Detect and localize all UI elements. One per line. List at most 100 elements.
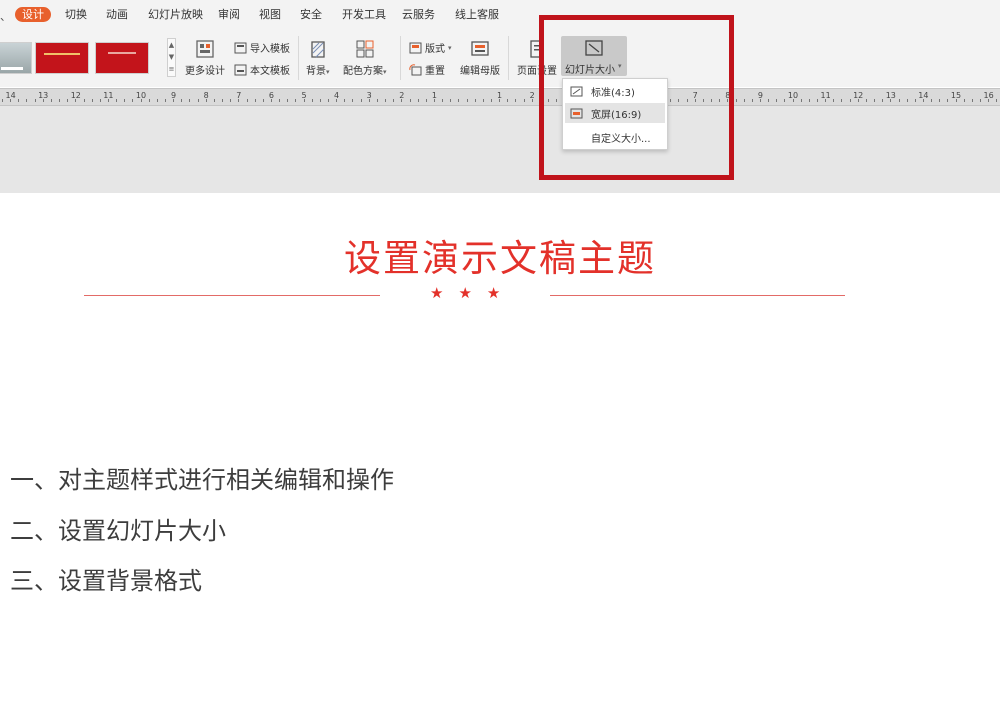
ruler-tick (792, 99, 794, 102)
ruler-tick (507, 99, 509, 102)
theme-gallery-scroll[interactable]: ▲ ▼ ≡ (167, 38, 176, 77)
ruler-tick (262, 99, 264, 102)
tab-review[interactable]: 审阅 (218, 7, 240, 22)
ruler-tick (425, 99, 427, 102)
title-stars: ★★★ (430, 284, 516, 302)
chevron-down-icon: ▾ (383, 68, 387, 76)
theme-thumbnail-1[interactable] (0, 42, 32, 74)
ruler-tick (458, 99, 460, 102)
layout-icon (409, 42, 422, 53)
ruler-tick (963, 99, 965, 102)
ruler-tick (10, 99, 12, 102)
background-label: 背景 (306, 66, 326, 77)
ruler-tick (279, 99, 281, 102)
ruler-tick (442, 99, 444, 102)
ruler-tick (165, 99, 166, 102)
ruler-tick (311, 99, 313, 102)
ruler-tick (67, 99, 69, 102)
ruler-tick (971, 99, 973, 102)
chevron-down-icon[interactable]: ▼ (168, 51, 175, 63)
chevron-down-icon: ▾ (326, 68, 330, 76)
layout-button[interactable]: 版式 ▾ (409, 40, 452, 55)
background-icon (311, 41, 325, 58)
ruler-tick (132, 99, 134, 102)
ruler-tick (882, 99, 884, 102)
ruler-tick (336, 99, 338, 102)
ruler-tick (181, 99, 183, 102)
chevron-up-icon[interactable]: ▲ (168, 39, 175, 51)
bullet-item-2: 二、设置幻灯片大小 (10, 517, 226, 545)
ruler-tick (303, 99, 305, 102)
ruler-tick (499, 99, 501, 102)
reset-icon (409, 63, 422, 75)
edit-master-label: 编辑母版 (460, 66, 500, 77)
color-scheme-icon (356, 40, 374, 58)
background-button[interactable]: 背景▾ (306, 39, 330, 77)
tab-view[interactable]: 视图 (259, 7, 281, 22)
ruler-tick (401, 99, 403, 102)
this-template-button[interactable]: 本文模板 (234, 62, 290, 77)
bullet-item-1: 一、对主题样式进行相关编辑和操作 (10, 466, 394, 494)
ruler-tick (759, 99, 761, 102)
tab-cloud-service[interactable]: 云服务 (402, 7, 435, 22)
ruler-tick (116, 99, 118, 102)
ruler-tick (988, 99, 990, 102)
ruler-tick (83, 99, 85, 102)
reset-button[interactable]: 重置 (409, 62, 445, 77)
ruler-tick (735, 99, 737, 102)
ruler-tick (450, 99, 452, 102)
ruler-tick (906, 99, 908, 102)
ruler-tick (295, 99, 297, 102)
edit-master-button[interactable]: 编辑母版 (460, 39, 500, 77)
tab-animation[interactable]: 动画 (106, 7, 128, 22)
theme-thumbnail-2[interactable] (35, 42, 89, 74)
ruler-tick (817, 99, 818, 102)
bullet-item-3: 三、设置背景格式 (10, 567, 202, 595)
ruler-tick (825, 99, 827, 102)
ruler-tick (955, 99, 957, 102)
ruler-tick (59, 99, 61, 102)
ruler-tick (385, 99, 387, 102)
ruler-tick (865, 99, 867, 102)
tab-developer[interactable]: 开发工具 (342, 7, 386, 22)
ruler-tick (344, 99, 346, 102)
ruler-tick (2, 99, 3, 102)
ruler-tick (857, 99, 859, 102)
tab-design[interactable]: 设计 (15, 7, 51, 22)
ruler-tick (947, 99, 949, 102)
ruler-tick (980, 99, 981, 102)
ruler-tick (874, 99, 876, 102)
ruler-tick (890, 99, 892, 102)
highlight-annotation-box (539, 15, 734, 180)
layout-label: 版式 (425, 44, 445, 55)
ruler-tick (768, 99, 770, 102)
ruler-tick (368, 99, 370, 102)
ruler-tick (156, 99, 158, 102)
ruler-tick (784, 99, 786, 102)
more-design-button[interactable]: 更多设计 (185, 39, 225, 77)
ruler-tick (352, 99, 354, 102)
workspace-background (0, 106, 1000, 193)
this-template-icon (234, 64, 247, 75)
tab-online-support[interactable]: 线上客服 (455, 7, 499, 22)
ruler-tick (140, 99, 142, 102)
tab-security[interactable]: 安全 (300, 7, 322, 22)
ruler-tick (996, 99, 998, 102)
ruler-tick (99, 99, 101, 102)
ruler-tick (91, 99, 93, 102)
color-scheme-button[interactable]: 配色方案▾ (343, 39, 387, 77)
theme-thumbnail-3[interactable] (95, 42, 149, 74)
ruler-tick (800, 99, 802, 102)
ruler-tick (197, 99, 199, 102)
ruler-tick (939, 99, 941, 102)
tab-transition[interactable]: 切换 (65, 7, 87, 22)
import-template-button[interactable]: 导入模板 (234, 40, 290, 55)
ribbon-separator (508, 36, 509, 80)
horizontal-ruler: 1413121110987654321123456789101112131415… (0, 88, 1000, 106)
ruler-tick (531, 99, 533, 102)
ruler-tick (482, 99, 484, 102)
ruler-tick (34, 99, 36, 102)
ruler-tick (42, 99, 44, 102)
expand-gallery-icon[interactable]: ≡ (168, 63, 175, 75)
tab-slideshow[interactable]: 幻灯片放映 (148, 7, 203, 22)
